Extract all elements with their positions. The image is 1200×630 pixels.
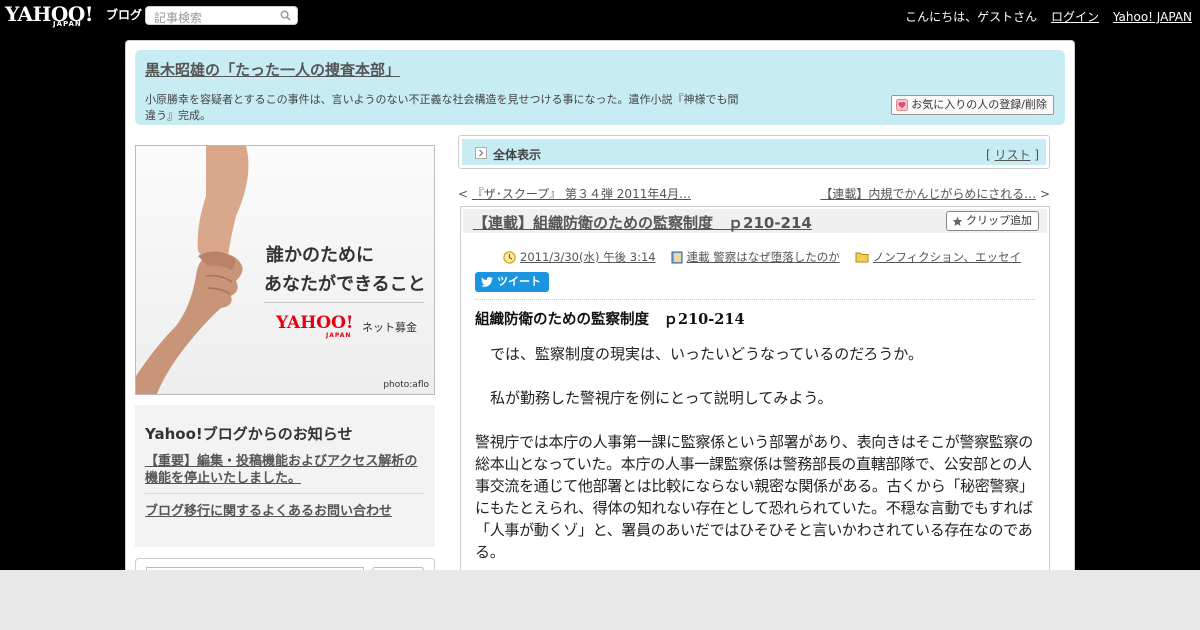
clock-icon	[503, 250, 516, 264]
heart-icon	[896, 99, 909, 111]
notice-link-important[interactable]: 【重要】編集・投稿機能およびアクセス解析の機能を停止いたしました。	[145, 453, 430, 487]
search-icon[interactable]	[280, 10, 291, 21]
genre-link[interactable]: ノンフィクション、エッセイ	[873, 249, 1021, 265]
list-view-toggle: [ リスト ]	[986, 146, 1039, 163]
favorite-register-button[interactable]: お気に入りの人の登録/削除	[891, 95, 1054, 115]
prev-post-link[interactable]: 『ザ･スクープ』 第３４弾 2011年4月…	[472, 187, 691, 201]
prev-post: < 『ザ･スクープ』 第３４弾 2011年4月…	[458, 185, 691, 202]
star-icon	[952, 216, 963, 226]
article-separator	[475, 299, 1035, 300]
article-meta: 2011/3/30(水) 午後 3:14 連載 警察はなぜ堕落したのか ノンフィ…	[503, 249, 1021, 265]
charity-ad-banner[interactable]: 誰かのために あなたができること YAHOO! JAPAN ネット募金 phot…	[135, 145, 435, 395]
notice-link-faq[interactable]: ブログ移行に関するよくあるお問い合わせ	[145, 500, 392, 519]
notice-box: Yahoo!ブログからのお知らせ 【重要】編集・投稿機能およびアクセス解析の機能…	[135, 405, 435, 547]
photo-credit: photo:aflo	[383, 380, 429, 390]
notice-heading: Yahoo!ブログからのお知らせ	[145, 425, 353, 443]
ad-yahoo-logo-sub: JAPAN	[326, 332, 352, 339]
notice-divider	[145, 493, 425, 494]
top-nav: こんにちは、ゲストさん ログイン Yahoo! JAPAN	[895, 8, 1192, 25]
article-paragraph: 私が勤務した警視庁を例にとって説明してみよう。	[475, 389, 833, 407]
next-arrow: >	[1039, 187, 1050, 201]
clip-add-button[interactable]: クリップ追加	[946, 211, 1039, 231]
favorite-button-label: お気に入りの人の登録/削除	[911, 98, 1047, 111]
search-input[interactable]	[146, 9, 274, 27]
ad-headline-1: 誰かのために	[266, 245, 374, 266]
post-genre: ノンフィクション、エッセイ	[855, 249, 1021, 265]
view-mode-bar: 全体表示 [ リスト ]	[458, 135, 1050, 169]
book-icon	[671, 251, 683, 263]
blog-label: ブログ	[106, 8, 143, 22]
next-post-link[interactable]: 【連載】内規でかんじがらめにされる…	[820, 187, 1036, 201]
post-category: 連載 警察はなぜ堕落したのか	[671, 249, 840, 265]
bottom-strip	[0, 570, 1200, 630]
article-title[interactable]: 【連載】組織防衛のための監察制度 ｐ210-214	[473, 212, 812, 233]
ad-tag: ネット募金	[362, 321, 417, 334]
twitter-bird-icon	[481, 277, 493, 287]
ad-divider	[264, 302, 424, 303]
chevron-right-icon	[475, 147, 487, 159]
blog-header: 黒木昭雄の「たった一人の捜査本部」 小原勝幸を容疑者とするこの事件は、言いようの…	[135, 50, 1065, 125]
article-paragraph: では、監察制度の現実は、いったいどうなっているのだろうか。	[475, 345, 924, 363]
folder-icon	[855, 252, 869, 263]
tweet-label: ツイート	[497, 275, 541, 288]
ad-headline-2: あなたができること	[264, 274, 426, 295]
prev-arrow: <	[458, 187, 469, 201]
post-date-link[interactable]: 2011/3/30(水) 午後 3:14	[520, 249, 656, 265]
all-view-label[interactable]: 全体表示	[493, 146, 541, 163]
ad-yahoo-logo: YAHOO!	[276, 313, 354, 333]
category-link[interactable]: 連載 警察はなぜ堕落したのか	[687, 249, 840, 265]
top-bar: YAHOO! JAPAN ブログ こんにちは、ゲストさん ログイン Yahoo!…	[0, 0, 1200, 32]
article-title-bar: 【連載】組織防衛のための監察制度 ｐ210-214 クリップ追加	[463, 209, 1047, 233]
blog-title[interactable]: 黒木昭雄の「たった一人の捜査本部」	[145, 59, 400, 80]
post-date: 2011/3/30(水) 午後 3:14	[503, 249, 656, 265]
blog-description: 小原勝幸を容疑者とするこの事件は、言いようのない不正義な社会構造を見せつける事に…	[145, 93, 739, 122]
list-view-link[interactable]: リスト	[994, 148, 1030, 162]
list-bracket-open: [	[985, 148, 991, 162]
search-box	[145, 6, 298, 27]
handshake-image	[136, 146, 249, 394]
tweet-button[interactable]: ツイート	[475, 272, 549, 292]
yahoo-japan-link[interactable]: Yahoo! JAPAN	[1113, 10, 1192, 24]
article: 【連載】組織防衛のための監察制度 ｐ210-214 クリップ追加 2011/3/…	[460, 206, 1050, 586]
article-heading: 組織防衛のための監察制度 ｐ210-214	[475, 311, 745, 328]
list-bracket-close: ]	[1034, 148, 1039, 162]
next-post: 【連載】内規でかんじがらめにされる… >	[820, 185, 1050, 202]
article-paragraph: 警視庁では本庁の人事第一課に監察係という部署があり、表向きはそこが警察監察の総本…	[475, 433, 1034, 561]
greeting-text: こんにちは、ゲストさん	[905, 10, 1038, 24]
article-body: 組織防衛のための監察制度 ｐ210-214 では、監察制度の現実は、いったいどう…	[475, 308, 1037, 561]
logo-sub: JAPAN	[53, 20, 82, 28]
login-link[interactable]: ログイン	[1051, 10, 1099, 24]
view-mode-bar-inner: 全体表示 [ リスト ]	[462, 139, 1046, 165]
clip-button-label: クリップ追加	[966, 214, 1032, 227]
